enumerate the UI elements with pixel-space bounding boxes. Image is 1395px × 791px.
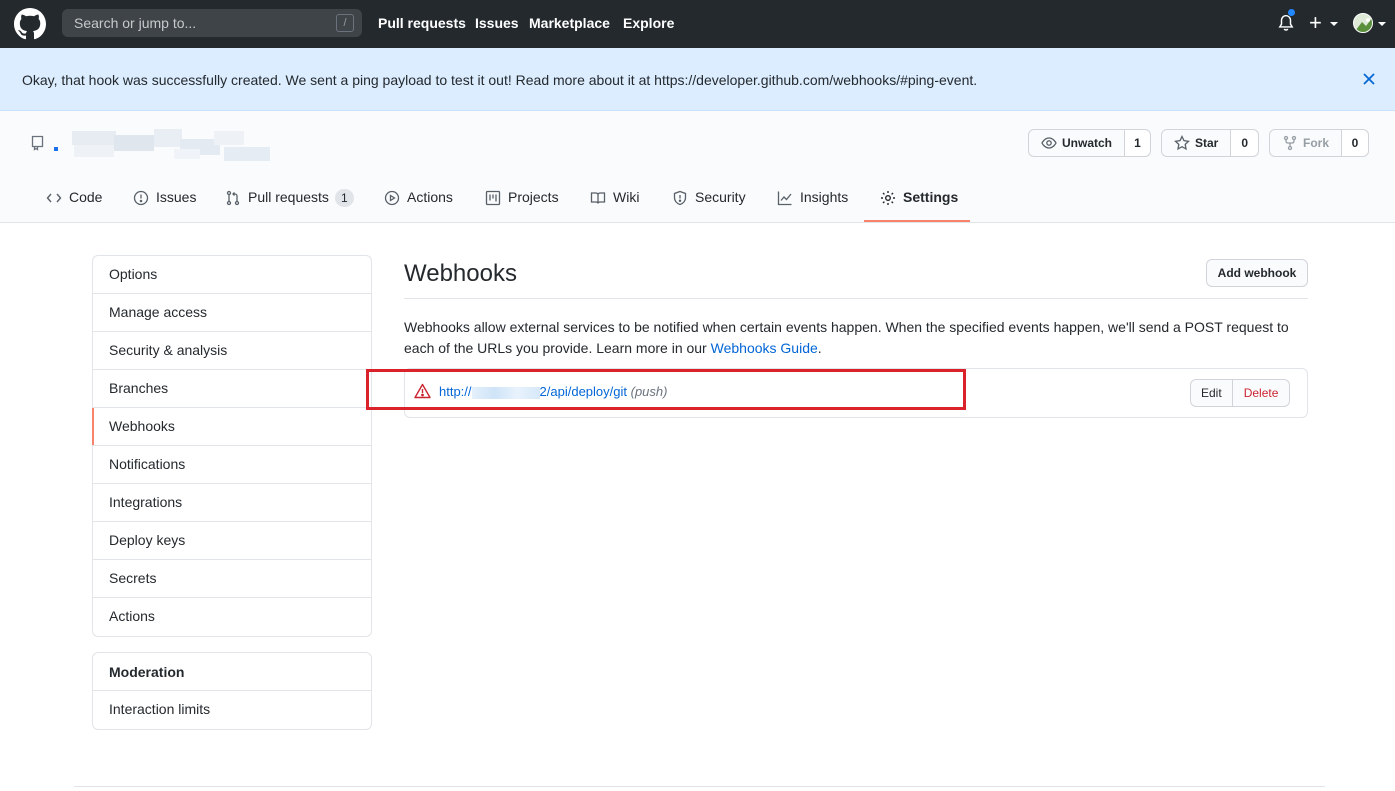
webhooks-guide-link[interactable]: Webhooks Guide (711, 340, 818, 356)
tab-actions[interactable]: Actions (384, 189, 453, 223)
fork-button-group: Fork 0 (1269, 129, 1369, 157)
eye-icon (1041, 137, 1057, 149)
tab-code-label: Code (69, 189, 103, 205)
tab-code[interactable]: Code (46, 189, 102, 223)
selected-tab-indicator (864, 220, 970, 222)
sidebar-item-webhooks[interactable]: Webhooks (92, 408, 371, 446)
fork-label: Fork (1303, 136, 1330, 150)
header-nav-pull-requests[interactable]: Pull requests (378, 15, 466, 31)
chevron-down-icon (1330, 22, 1338, 26)
sidebar-item-interaction-limits[interactable]: Interaction limits (93, 691, 371, 729)
webhook-actions: Edit Delete (1190, 379, 1291, 407)
star-button[interactable]: Star (1162, 130, 1232, 156)
tab-insights-label: Insights (800, 189, 849, 205)
issue-icon (133, 190, 149, 206)
sidebar-item-integrations[interactable]: Integrations (93, 484, 371, 522)
flash-message: Okay, that hook was successfully created… (22, 72, 978, 88)
footer-divider (74, 786, 1325, 787)
github-logo-icon[interactable] (14, 8, 46, 40)
settings-sidebar: Options Manage access Security & analysi… (92, 255, 372, 637)
tab-issues-label: Issues (156, 189, 197, 205)
page-title: Webhooks (404, 260, 517, 287)
unwatch-button[interactable]: Unwatch (1029, 130, 1126, 156)
fork-button[interactable]: Fork (1270, 130, 1343, 156)
tab-insights[interactable]: Insights (777, 189, 848, 223)
unwatch-label: Unwatch (1062, 136, 1113, 150)
sidebar-item-deploy-keys[interactable]: Deploy keys (93, 522, 371, 560)
repo-icon (31, 135, 44, 151)
create-new-plus-icon[interactable]: + (1309, 10, 1322, 36)
annotation-highlight-box (366, 369, 966, 410)
global-header: Search or jump to... / Pull requests Iss… (0, 0, 1395, 48)
header-nav-marketplace[interactable]: Marketplace (529, 15, 610, 31)
play-icon (384, 190, 400, 206)
book-icon (590, 192, 606, 204)
tab-pull-requests-label: Pull requests (248, 189, 329, 205)
edit-button[interactable]: Edit (1191, 380, 1233, 406)
unwatch-button-group: Unwatch 1 (1028, 129, 1151, 157)
sidebar-item-branches[interactable]: Branches (93, 370, 371, 408)
star-button-group: Star 0 (1161, 129, 1259, 157)
tab-pull-requests[interactable]: Pull requests 1 (225, 189, 354, 223)
star-count[interactable]: 0 (1231, 130, 1258, 156)
repository-header: Unwatch 1 Star 0 Fork 0 Code Issues Pull… (0, 111, 1395, 223)
add-webhook-button[interactable]: Add webhook (1206, 259, 1308, 287)
search-input[interactable]: Search or jump to... / (62, 9, 362, 37)
title-divider (404, 298, 1308, 299)
pull-requests-counter: 1 (334, 189, 354, 207)
redacted-repository-name[interactable] (54, 125, 284, 163)
tab-projects-label: Projects (508, 189, 559, 205)
moderation-heading: Moderation (93, 653, 371, 691)
fork-count[interactable]: 0 (1342, 130, 1368, 156)
search-placeholder: Search or jump to... (74, 15, 197, 31)
sidebar-item-manage-access[interactable]: Manage access (93, 294, 371, 332)
project-icon (485, 190, 501, 206)
delete-button[interactable]: Delete (1233, 380, 1290, 406)
tab-actions-label: Actions (407, 189, 453, 205)
header-nav-explore[interactable]: Explore (623, 15, 674, 31)
description-end: . (817, 340, 822, 356)
sidebar-item-secrets[interactable]: Secrets (93, 560, 371, 598)
code-icon (46, 193, 62, 203)
search-shortcut-key: / (336, 14, 354, 32)
avatar-chevron-down-icon (1378, 22, 1386, 26)
moderation-sidebar: Moderation Interaction limits (92, 652, 372, 730)
tab-wiki[interactable]: Wiki (590, 189, 639, 223)
description-text: Webhooks allow external services to be n… (404, 319, 1289, 356)
header-nav-issues[interactable]: Issues (475, 15, 519, 31)
shield-icon (673, 190, 687, 206)
sidebar-item-options[interactable]: Options (93, 256, 371, 294)
notification-indicator (1287, 8, 1296, 17)
tab-wiki-label: Wiki (613, 189, 640, 205)
tab-issues[interactable]: Issues (133, 189, 196, 223)
watch-count[interactable]: 1 (1125, 130, 1150, 156)
webhooks-description: Webhooks allow external services to be n… (404, 317, 1308, 359)
star-icon (1174, 135, 1190, 151)
star-label: Star (1195, 136, 1219, 150)
flash-notice: Okay, that hook was successfully created… (0, 48, 1395, 111)
tab-security[interactable]: Security (672, 189, 746, 223)
sidebar-item-actions[interactable]: Actions (93, 598, 371, 636)
tab-settings-label: Settings (903, 189, 959, 205)
fork-icon (1283, 135, 1297, 151)
graph-icon (777, 191, 792, 206)
tab-settings[interactable]: Settings (880, 189, 958, 223)
close-icon[interactable] (1362, 72, 1376, 86)
sidebar-item-security-analysis[interactable]: Security & analysis (93, 332, 371, 370)
sidebar-item-notifications[interactable]: Notifications (93, 446, 371, 484)
gear-icon (881, 191, 895, 205)
avatar[interactable] (1353, 13, 1373, 33)
tab-projects[interactable]: Projects (485, 189, 559, 223)
avatar-image (1354, 14, 1372, 32)
pull-request-icon (226, 190, 240, 206)
tab-security-label: Security (695, 189, 746, 205)
